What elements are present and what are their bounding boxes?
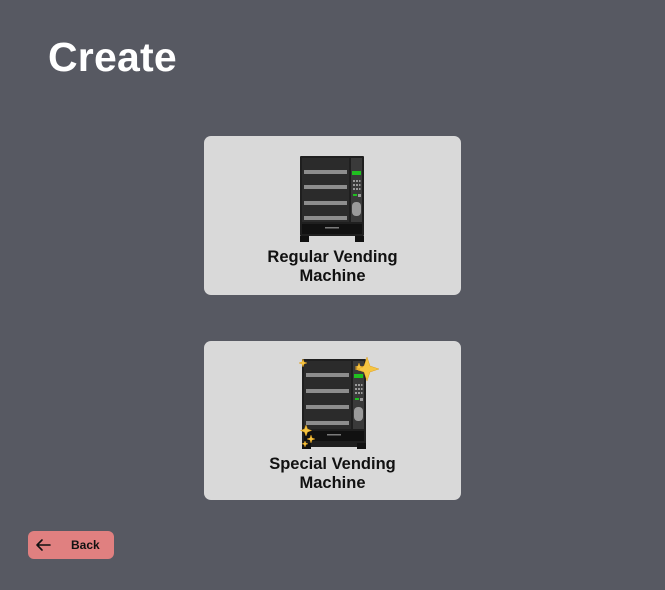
sparkling-vending-machine-icon: [298, 356, 380, 449]
special-vending-machine-option[interactable]: Special Vending Machine: [204, 341, 461, 500]
page-title: Create: [48, 34, 177, 80]
regular-vending-machine-option[interactable]: Regular Vending Machine: [204, 136, 461, 295]
regular-vending-machine-label: Regular Vending Machine: [267, 248, 398, 285]
back-button[interactable]: Back: [28, 531, 114, 559]
vending-machine-icon: [300, 156, 364, 242]
special-vending-machine-label: Special Vending Machine: [269, 455, 396, 492]
back-label: Back: [71, 538, 100, 552]
arrow-left-icon: [36, 539, 51, 551]
